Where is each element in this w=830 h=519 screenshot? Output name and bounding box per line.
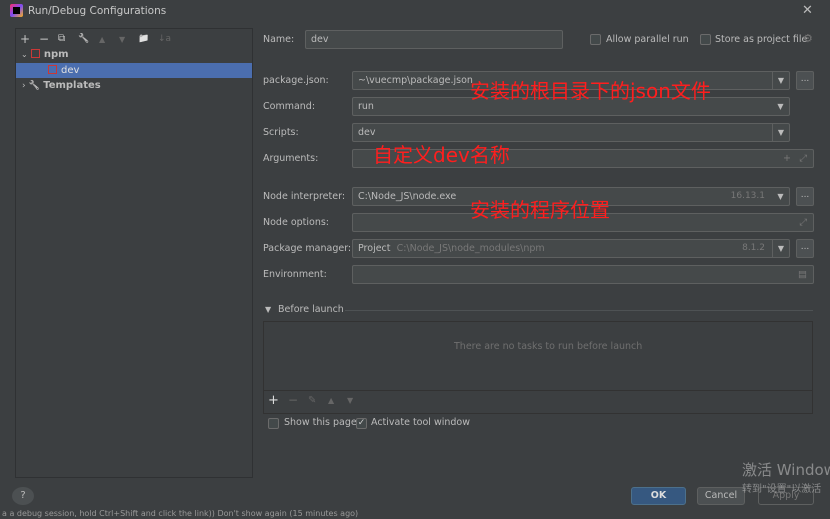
copy-config-button[interactable]: ⧉ [58, 33, 65, 44]
chevron-down-icon: ▼ [777, 102, 784, 111]
wrench-icon: 🔧 [28, 81, 41, 91]
ok-button[interactable]: OK [631, 487, 686, 505]
windows-watermark-hint: 转到"设置"以激活 [742, 484, 822, 495]
show-page-label: Show this page [284, 417, 357, 428]
allow-parallel-label: Allow parallel run [606, 34, 689, 45]
add-task-button[interactable]: + [268, 393, 279, 408]
move-up-button[interactable]: ▲ [99, 35, 105, 44]
package-manager-select[interactable]: Project C:\Node_JS\node_modules\npm 8.1.2… [352, 239, 790, 258]
annotation-program: 安装的程序位置 [470, 198, 610, 222]
status-bar: a a debug session, hold Ctrl+Shift and c… [0, 509, 830, 519]
chevron-down-icon: ▼ [777, 192, 784, 201]
chevron-down-icon: ⌄ [21, 50, 28, 59]
tree-item-templates[interactable]: › 🔧 Templates [16, 78, 252, 93]
help-button[interactable]: ? [12, 487, 34, 505]
name-input[interactable]: dev [305, 30, 563, 49]
annotation-json: 安装的根目录下的json文件 [470, 79, 711, 103]
browse-package-manager-button[interactable]: ... [796, 239, 814, 258]
store-project-checkbox[interactable] [700, 34, 711, 45]
edit-task-icon[interactable]: ✎ [308, 395, 316, 406]
before-launch-list [263, 321, 813, 414]
chevron-right-icon: › [22, 81, 26, 91]
browse-interpreter-button[interactable]: ... [796, 187, 814, 206]
move-down-button[interactable]: ▼ [119, 35, 125, 44]
divider [264, 390, 812, 391]
chevron-down-icon[interactable]: ▼ [772, 124, 789, 141]
npm-icon [48, 65, 57, 74]
remove-config-button[interactable]: − [39, 32, 49, 46]
document-icon[interactable]: ▤ [798, 266, 807, 283]
expand-icon[interactable]: ⤢ [799, 150, 807, 167]
collapse-icon[interactable]: ▼ [265, 305, 271, 314]
arguments-label: Arguments: [263, 153, 319, 164]
run-debug-dialog: Run/Debug Configurations ✕ + − ⧉ 🔧 ▲ ▼ 📁… [0, 0, 830, 510]
tree-item-dev[interactable]: dev [16, 63, 252, 78]
environment-label: Environment: [263, 269, 327, 280]
node-interpreter-label: Node interpreter: [263, 191, 346, 202]
node-options-label: Node options: [263, 217, 330, 228]
store-project-label: Store as project file [715, 34, 808, 45]
intellij-logo-icon [10, 4, 23, 17]
close-icon[interactable]: ✕ [802, 3, 813, 18]
folder-icon[interactable]: 📁 [138, 34, 149, 44]
move-up-icon[interactable]: ▲ [328, 396, 334, 405]
environment-input[interactable]: ▤ [352, 265, 814, 284]
sort-icon[interactable]: ↓a [158, 34, 171, 44]
show-page-checkbox[interactable] [268, 418, 279, 429]
move-down-icon[interactable]: ▼ [347, 396, 353, 405]
windows-watermark-title: 激活 Windows [742, 461, 830, 479]
npm-icon [30, 49, 40, 58]
scripts-label: Scripts: [263, 127, 299, 138]
name-label: Name: [263, 34, 295, 45]
chevron-down-icon[interactable]: ▼ [772, 240, 789, 257]
add-icon[interactable]: + [783, 150, 791, 167]
allow-parallel-checkbox[interactable] [590, 34, 601, 45]
wrench-icon[interactable]: 🔧 [78, 34, 89, 44]
activate-tool-checkbox[interactable]: ✓ [356, 418, 367, 429]
tree-item-npm[interactable]: ⌄ npm [16, 47, 252, 62]
before-launch-title: Before launch [278, 304, 344, 315]
expand-icon[interactable]: ⤢ [799, 214, 807, 231]
empty-tasks-text: There are no tasks to run before launch [454, 341, 643, 352]
package-json-label: package.json: [263, 75, 329, 86]
dialog-title: Run/Debug Configurations [28, 5, 167, 17]
cancel-button[interactable]: Cancel [697, 487, 745, 505]
gear-icon[interactable]: ⚙ [803, 32, 813, 45]
config-tree-panel [15, 28, 253, 478]
annotation-dev: 自定义dev名称 [373, 143, 510, 167]
command-label: Command: [263, 101, 316, 112]
add-config-button[interactable]: + [20, 32, 30, 46]
package-manager-label: Package manager: [263, 243, 352, 254]
remove-task-button[interactable]: − [288, 393, 298, 407]
activate-tool-label: Activate tool window [371, 417, 471, 428]
chevron-down-icon[interactable]: ▼ [772, 72, 789, 89]
browse-package-json-button[interactable]: ... [796, 71, 814, 90]
divider [345, 310, 813, 311]
